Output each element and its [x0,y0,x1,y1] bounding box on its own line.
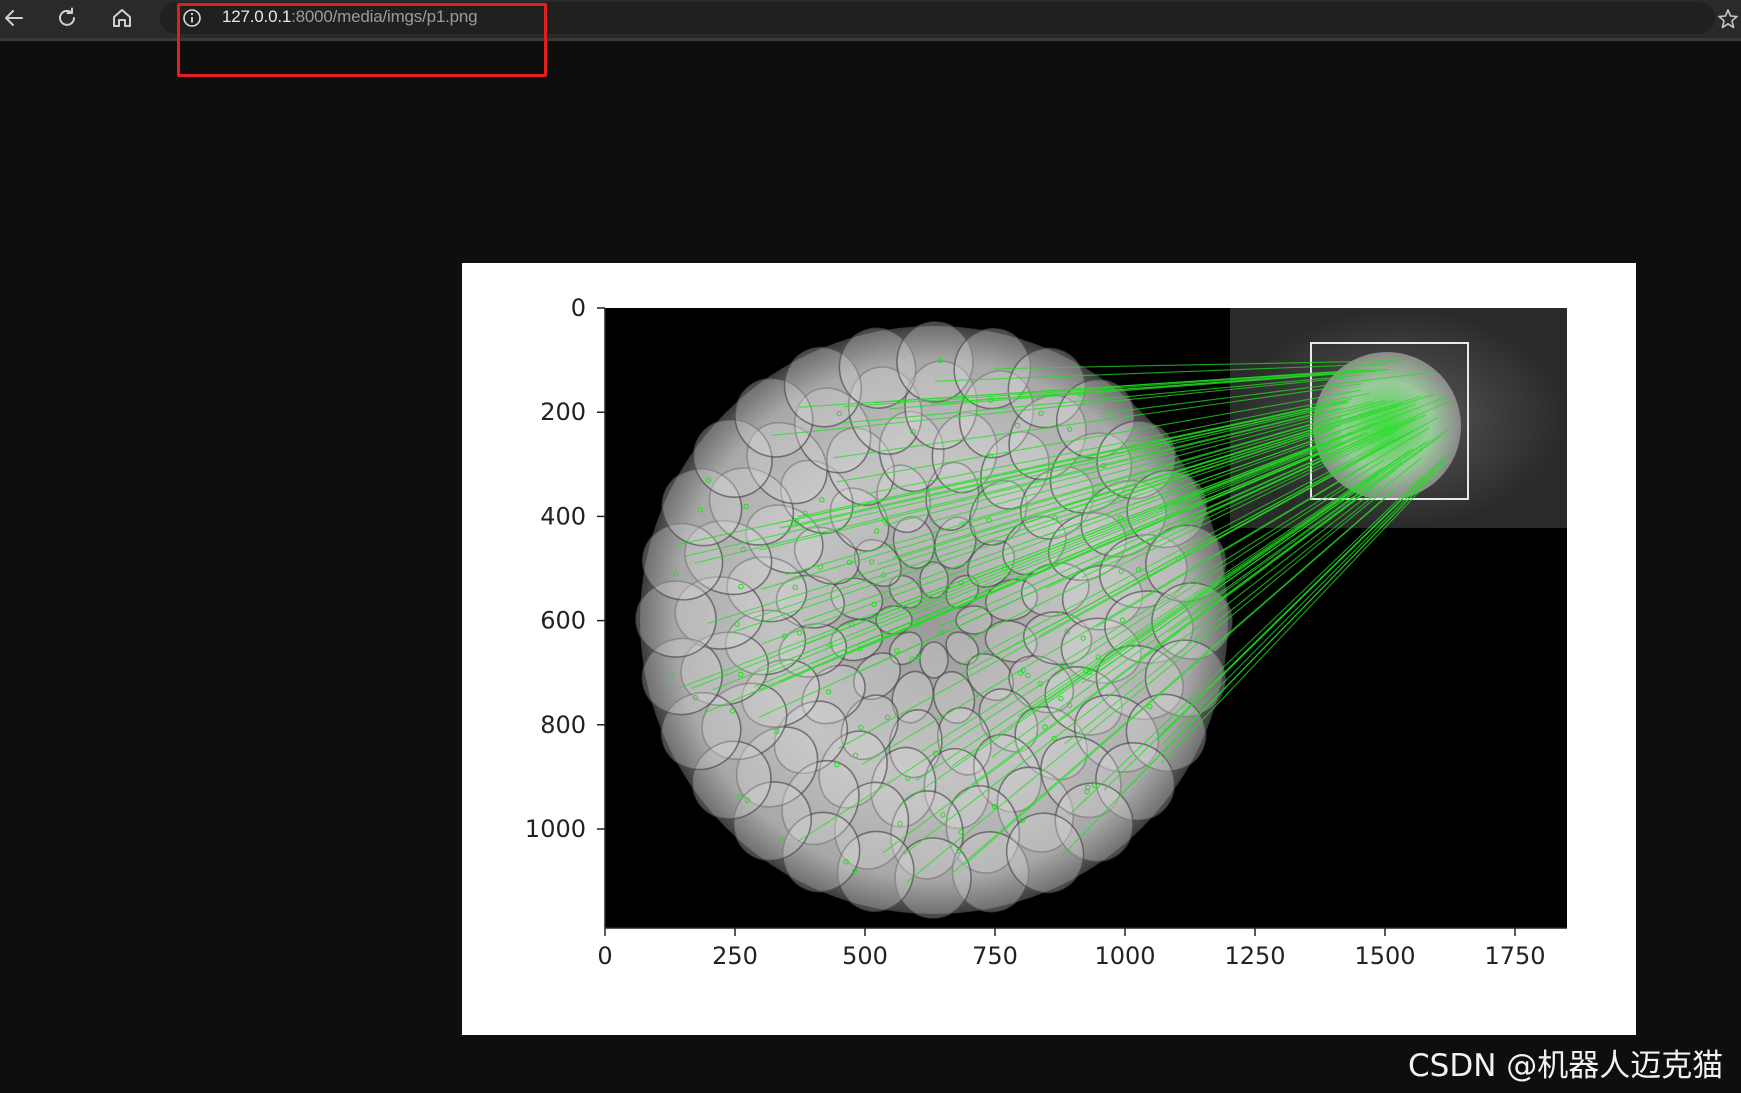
x-axis-ticks: 0 250 500 750 1000 1250 1500 1750 [597,928,1546,970]
y-tick-label: 400 [540,502,586,530]
x-tick-label: 750 [972,942,1018,970]
petal-shape [919,641,949,679]
x-tick-label: 1000 [1094,942,1155,970]
reload-icon[interactable] [53,4,81,32]
x-tick-label: 1750 [1484,942,1545,970]
home-icon[interactable] [108,4,136,32]
y-tick-label: 0 [571,294,586,322]
y-tick-label: 800 [540,711,586,739]
csdn-watermark: CSDN @机器人迈克猫 [1408,1048,1724,1084]
y-tick-label: 200 [540,398,586,426]
feature-match-plot: 0 250 500 750 1000 1250 1500 1750 0 200 400 600 800… [525,294,1567,970]
x-tick-label: 0 [597,942,612,970]
x-tick-label: 1250 [1224,942,1285,970]
y-tick-label: 1000 [525,815,586,843]
red-highlight-annotation [177,3,547,77]
x-tick-label: 500 [842,942,888,970]
y-tick-label: 600 [540,607,586,635]
x-tick-label: 250 [712,942,758,970]
x-tick-label: 1500 [1354,942,1415,970]
back-arrow-icon[interactable] [0,4,28,32]
y-axis-ticks: 0 200 400 600 800 1000 [525,294,605,843]
image-viewer-panel: 0 250 500 750 1000 1250 1500 1750 0 200 400 600 800… [462,263,1636,1035]
star-icon[interactable] [1716,7,1740,31]
